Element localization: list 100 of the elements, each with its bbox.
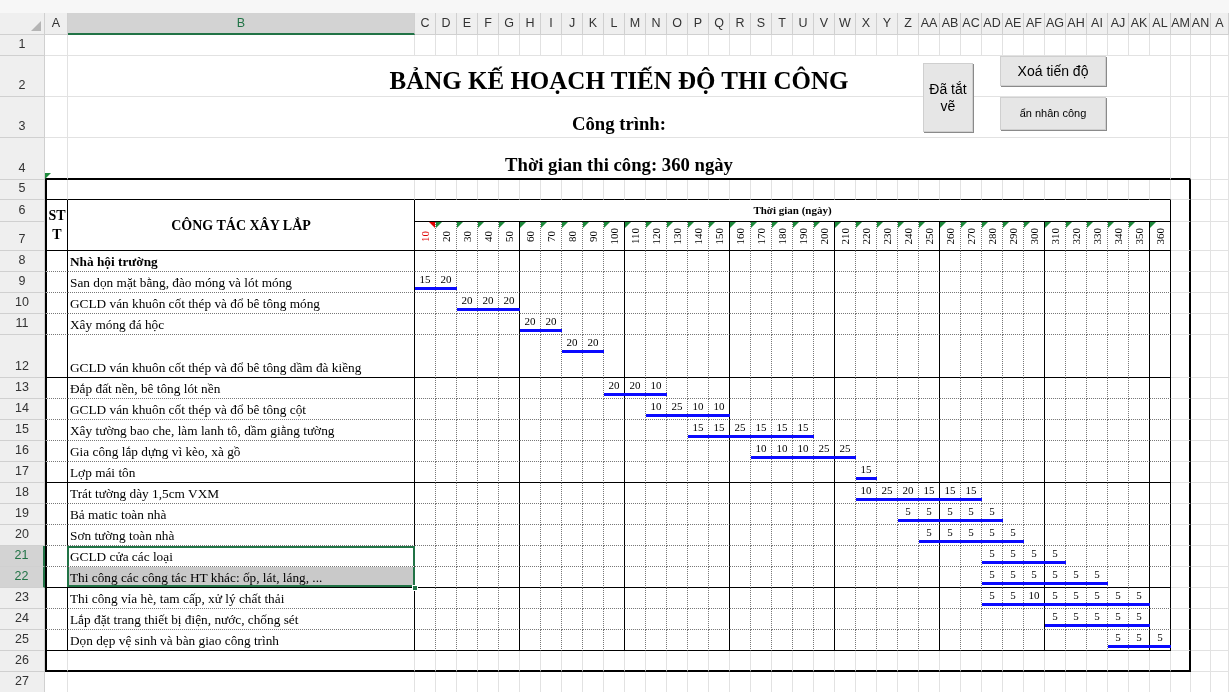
grid-cell[interactable] bbox=[1171, 272, 1191, 293]
column-header[interactable]: O bbox=[667, 13, 688, 35]
column-header[interactable]: AK bbox=[1129, 13, 1150, 35]
column-header[interactable]: C bbox=[415, 13, 436, 35]
row-header[interactable]: 12 bbox=[0, 335, 45, 378]
column-header[interactable]: N bbox=[646, 13, 667, 35]
column-header[interactable]: AD bbox=[982, 13, 1003, 35]
column-header[interactable]: AN bbox=[1191, 13, 1211, 35]
row-header[interactable]: 10 bbox=[0, 293, 45, 314]
column-header[interactable]: AJ bbox=[1108, 13, 1129, 35]
row-header[interactable]: 20 bbox=[0, 525, 45, 546]
task-cell[interactable]: Nhà hội trường bbox=[68, 251, 415, 272]
column-header[interactable]: AL bbox=[1150, 13, 1171, 35]
column-header[interactable]: H bbox=[520, 13, 541, 35]
task-cell[interactable]: Xây móng đá hộc bbox=[68, 314, 415, 335]
task-cell[interactable]: Đắp đất nền, bê tông lót nền bbox=[68, 378, 415, 399]
grid-cell[interactable] bbox=[1171, 525, 1191, 546]
column-header[interactable]: F bbox=[478, 13, 499, 35]
row-header[interactable]: 21 bbox=[0, 546, 45, 567]
column-header[interactable]: S bbox=[751, 13, 772, 35]
grid-cell[interactable] bbox=[1171, 546, 1191, 567]
row-header[interactable]: 11 bbox=[0, 314, 45, 335]
sheet-button[interactable]: Đã tắt vẽ bbox=[923, 63, 973, 132]
grid-cell[interactable] bbox=[45, 399, 68, 420]
column-header[interactable]: P bbox=[688, 13, 709, 35]
column-header[interactable]: Z bbox=[898, 13, 919, 35]
grid-cell[interactable] bbox=[45, 378, 68, 399]
task-cell[interactable]: GCLD ván khuôn cốt thép và đổ bê tông cột bbox=[68, 399, 415, 420]
row-header[interactable]: 7 bbox=[0, 222, 45, 251]
column-header[interactable]: Q bbox=[709, 13, 730, 35]
task-cell[interactable]: Lắp đặt trang thiết bị điện, nước, chống sét bbox=[68, 609, 415, 630]
column-header[interactable]: AA bbox=[919, 13, 940, 35]
task-cell[interactable]: San dọn mặt bằng, đào móng và lót móng bbox=[68, 272, 415, 293]
row-header[interactable]: 24 bbox=[0, 609, 45, 630]
grid-cell[interactable] bbox=[1171, 504, 1191, 525]
column-header[interactable]: M bbox=[625, 13, 646, 35]
grid-cell[interactable] bbox=[45, 251, 68, 272]
row-header[interactable]: 25 bbox=[0, 630, 45, 651]
grid-cell[interactable] bbox=[45, 462, 68, 483]
column-header[interactable]: AF bbox=[1024, 13, 1045, 35]
grid-cell[interactable] bbox=[1171, 441, 1191, 462]
row-header[interactable]: 13 bbox=[0, 378, 45, 399]
column-header[interactable]: L bbox=[604, 13, 625, 35]
column-header[interactable]: AC bbox=[961, 13, 982, 35]
grid-cell[interactable] bbox=[1171, 200, 1191, 222]
column-header[interactable]: D bbox=[436, 13, 457, 35]
grid-cell[interactable] bbox=[45, 546, 68, 567]
column-header[interactable]: AM bbox=[1171, 13, 1191, 35]
column-header[interactable]: A bbox=[45, 13, 68, 35]
column-header[interactable]: U bbox=[793, 13, 814, 35]
column-header[interactable]: E bbox=[457, 13, 478, 35]
row-header[interactable]: 27 bbox=[0, 672, 45, 692]
row-header[interactable]: 5 bbox=[0, 180, 45, 200]
grid-cell[interactable] bbox=[1171, 651, 1191, 672]
grid-cell[interactable] bbox=[1171, 293, 1191, 314]
grid-cell[interactable] bbox=[45, 314, 68, 335]
row-header[interactable]: 18 bbox=[0, 483, 45, 504]
task-cell[interactable]: Sơn tường toàn nhà bbox=[68, 525, 415, 546]
column-header[interactable]: V bbox=[814, 13, 835, 35]
column-header[interactable]: X bbox=[856, 13, 877, 35]
grid-cell[interactable] bbox=[45, 588, 68, 609]
column-header[interactable]: A bbox=[1211, 13, 1229, 35]
grid-cell[interactable] bbox=[1171, 462, 1191, 483]
grid-cell[interactable] bbox=[45, 441, 68, 462]
row-header[interactable]: 16 bbox=[0, 441, 45, 462]
grid-cell[interactable] bbox=[1171, 180, 1191, 200]
column-header[interactable]: K bbox=[583, 13, 604, 35]
column-header[interactable]: AG bbox=[1045, 13, 1066, 35]
task-cell[interactable]: Thi công các công tác HT khác: ốp, lát, láng, ... bbox=[68, 567, 415, 588]
grid-cell[interactable] bbox=[1171, 483, 1191, 504]
row-header[interactable]: 22 bbox=[0, 567, 45, 588]
column-header[interactable]: W bbox=[835, 13, 856, 35]
row-header[interactable]: 9 bbox=[0, 272, 45, 293]
grid-cell[interactable] bbox=[45, 420, 68, 441]
grid-cell[interactable] bbox=[1171, 251, 1191, 272]
column-header[interactable]: G bbox=[499, 13, 520, 35]
grid-cell[interactable] bbox=[45, 525, 68, 546]
grid-cell[interactable] bbox=[1171, 420, 1191, 441]
task-cell[interactable]: GCLD ván khuôn cốt thép và đổ bê tông móng bbox=[68, 293, 415, 314]
column-header[interactable]: AE bbox=[1003, 13, 1024, 35]
grid-cell[interactable] bbox=[1171, 399, 1191, 420]
grid-cell[interactable] bbox=[45, 293, 68, 314]
grid-cell[interactable] bbox=[1171, 630, 1191, 651]
row-header[interactable]: 3 bbox=[0, 97, 45, 138]
task-cell[interactable]: GCLD ván khuôn cốt thép và đổ bê tông dầm đà kiềng bbox=[68, 335, 415, 378]
grid-cell[interactable] bbox=[45, 483, 68, 504]
grid-cell[interactable] bbox=[1171, 222, 1191, 251]
grid-cell[interactable] bbox=[1171, 588, 1191, 609]
grid-cell[interactable] bbox=[1171, 314, 1191, 335]
grid-cell[interactable] bbox=[45, 335, 68, 378]
column-header[interactable]: AB bbox=[940, 13, 961, 35]
grid-cell[interactable] bbox=[1171, 378, 1191, 399]
row-header[interactable]: 1 bbox=[0, 35, 45, 56]
column-header[interactable]: J bbox=[562, 13, 583, 35]
task-cell[interactable]: Bả matic toàn nhà bbox=[68, 504, 415, 525]
row-header[interactable]: 19 bbox=[0, 504, 45, 525]
grid-cell[interactable] bbox=[1171, 335, 1191, 378]
column-header[interactable]: R bbox=[730, 13, 751, 35]
row-header[interactable]: 2 bbox=[0, 56, 45, 97]
row-header[interactable]: 15 bbox=[0, 420, 45, 441]
